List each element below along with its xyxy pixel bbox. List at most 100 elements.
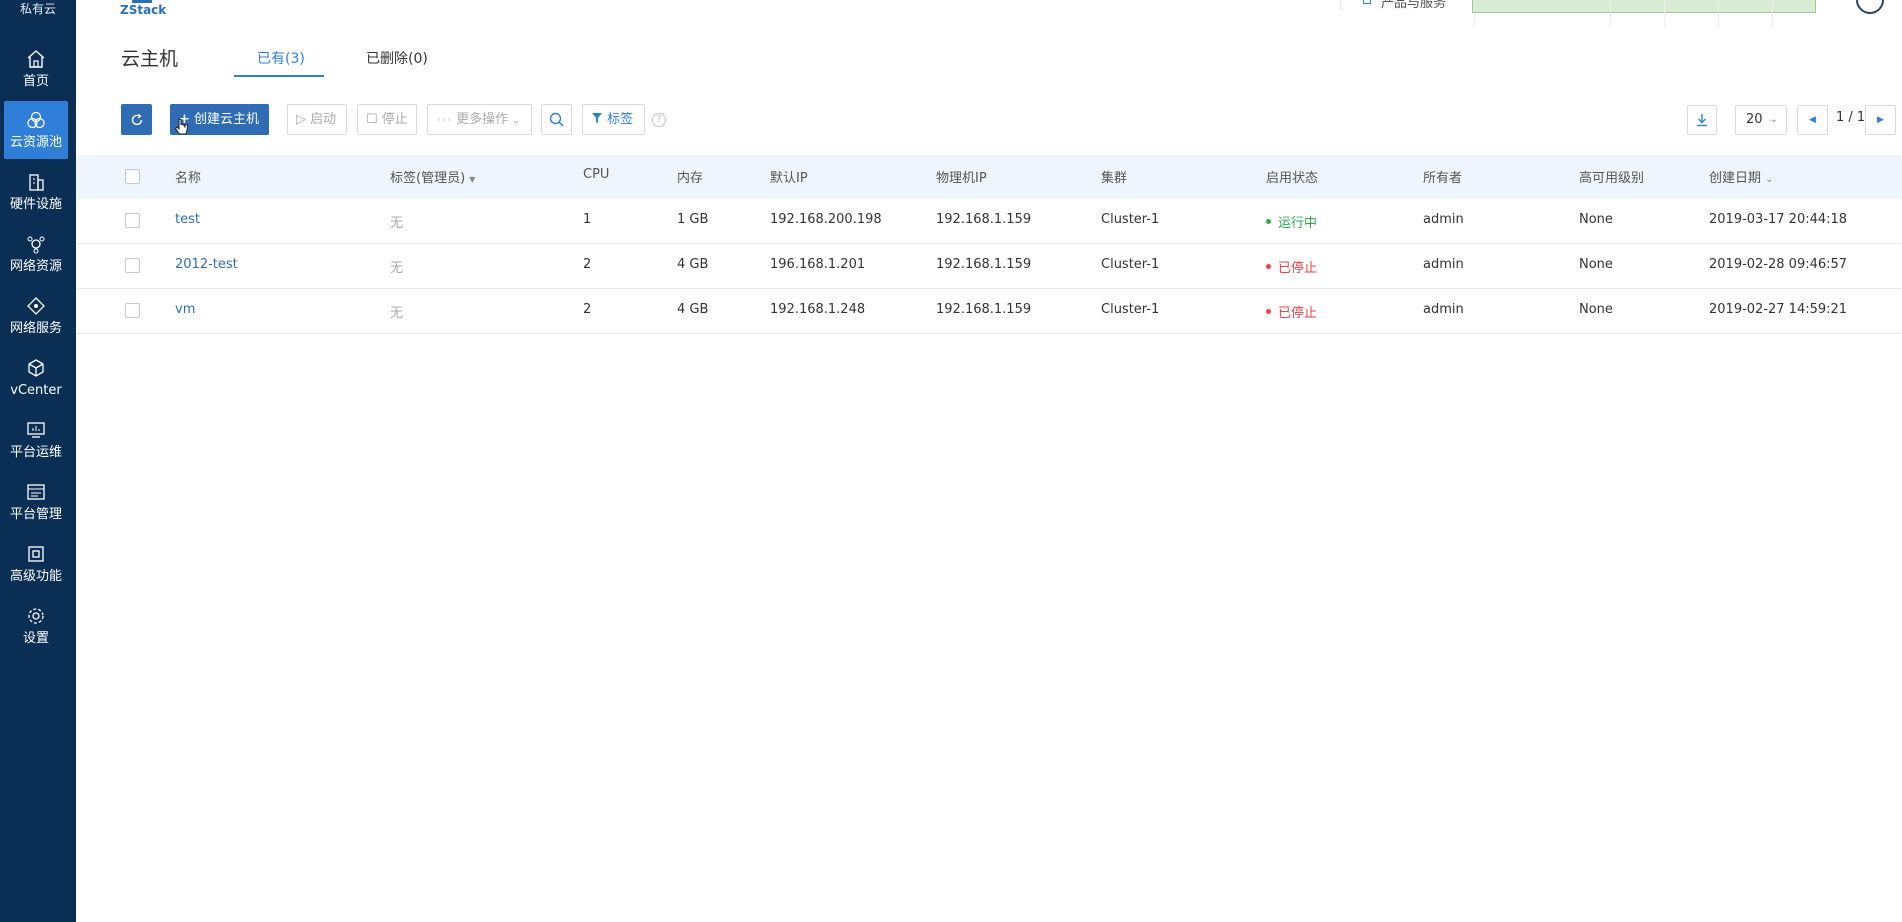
- vm-owner: admin: [1423, 302, 1464, 317]
- tab-deleted[interactable]: 已删除(0): [366, 48, 428, 68]
- vm-status-label: 已停止: [1278, 261, 1318, 276]
- row-checkbox[interactable]: [125, 213, 140, 228]
- vm-host-ip: 192.168.1.159: [936, 257, 1032, 272]
- next-page-button[interactable]: ▶: [1865, 105, 1896, 135]
- search-button[interactable]: [541, 104, 572, 135]
- column-header-default-ip[interactable]: 默认IP: [770, 167, 808, 186]
- cursor-icon: [174, 118, 188, 135]
- sidebar-item-hardware[interactable]: 硬件设施: [4, 163, 68, 221]
- vm-status: 已停止: [1266, 302, 1317, 321]
- network-service-icon: [27, 297, 45, 315]
- sidebar-top-label: 私有云: [19, 2, 56, 16]
- status-dot-icon: [1266, 309, 1271, 314]
- sidebar-item-label: 网络服务: [9, 321, 62, 336]
- stop-button[interactable]: ☐ 停止: [357, 104, 417, 135]
- sidebar-item-label: 硬件设施: [9, 197, 62, 212]
- column-header-status[interactable]: 启用状态: [1266, 167, 1318, 186]
- refresh-icon: [131, 113, 142, 126]
- vm-status: 运行中: [1266, 212, 1317, 231]
- advanced-icon: [28, 546, 44, 562]
- page-size-value: 20: [1746, 112, 1763, 127]
- vm-cluster: Cluster-1: [1101, 257, 1160, 272]
- more-actions-dropdown[interactable]: ◦◦◦ 更多操作 ⌄: [427, 104, 532, 135]
- row-checkbox[interactable]: [125, 258, 140, 273]
- vm-owner: admin: [1423, 257, 1464, 272]
- cube-icon: [28, 359, 44, 377]
- sidebar-item-vcenter[interactable]: vCenter: [4, 349, 68, 407]
- page-size-select[interactable]: 20 ⌄: [1735, 105, 1787, 135]
- create-vm-label: 创建云主机: [194, 112, 260, 127]
- gear-icon: [28, 608, 44, 624]
- select-all-checkbox[interactable]: [125, 169, 140, 184]
- products-services-label: 产品与服务: [1381, 0, 1447, 11]
- column-header-cluster[interactable]: 集群: [1101, 167, 1127, 186]
- divider: [1610, 0, 1611, 28]
- tag-filter-button[interactable]: 标签: [582, 104, 645, 135]
- active-tab-indicator: [234, 75, 324, 77]
- cloud-pool-icon: [27, 111, 45, 129]
- vm-created: 2019-02-28 09:46:57: [1709, 257, 1848, 272]
- vm-cpu: 2: [583, 257, 592, 272]
- sidebar-item-platform-management[interactable]: 平台管理: [4, 473, 68, 531]
- vm-name-link[interactable]: vm: [175, 302, 195, 317]
- column-header-memory[interactable]: 内存: [677, 167, 703, 186]
- start-label: 启动: [310, 112, 337, 127]
- row-checkbox[interactable]: [125, 303, 140, 318]
- sidebar-item-cloud-pool[interactable]: 云资源池: [4, 101, 68, 159]
- sidebar: 私有云 首页 云资源池 硬件设施 网络资源 网络服务 vCenter 平台运维 …: [0, 0, 76, 922]
- stop-icon: ☐: [366, 112, 378, 127]
- download-icon: [1697, 114, 1707, 127]
- chevron-down-icon: ⌄: [512, 116, 520, 126]
- status-dot-icon: [1266, 219, 1271, 224]
- column-header-created-label: 创建日期: [1709, 171, 1762, 186]
- vm-host-ip: 192.168.1.159: [936, 302, 1032, 317]
- refresh-button[interactable]: [121, 104, 152, 135]
- vm-ha-level: None: [1579, 257, 1613, 272]
- play-icon: ▷: [296, 112, 306, 127]
- sidebar-item-label: 首页: [22, 74, 49, 89]
- export-button[interactable]: [1687, 105, 1717, 135]
- tab-existing[interactable]: 已有(3): [257, 48, 305, 68]
- sidebar-item-platform-ops[interactable]: 平台运维: [4, 411, 68, 469]
- sidebar-item-settings[interactable]: 设置: [4, 597, 68, 655]
- grid-icon: [1363, 0, 1371, 4]
- sidebar-item-label: 云资源池: [9, 135, 62, 150]
- column-header-name[interactable]: 名称: [175, 167, 201, 186]
- start-button[interactable]: ▷ 启动: [287, 104, 347, 135]
- user-avatar[interactable]: [1856, 0, 1884, 14]
- sidebar-item-label: 平台管理: [9, 507, 62, 522]
- column-header-ha-level[interactable]: 高可用级别: [1579, 167, 1644, 186]
- vm-created: 2019-02-27 14:59:21: [1709, 302, 1848, 317]
- help-icon[interactable]: ?: [652, 113, 666, 127]
- sidebar-item-advanced[interactable]: 高级功能: [4, 535, 68, 593]
- prev-page-button[interactable]: ◀: [1797, 105, 1828, 135]
- monitor-icon: [27, 422, 45, 438]
- column-header-owner[interactable]: 所有者: [1423, 167, 1462, 186]
- home-icon: [27, 50, 45, 68]
- vm-ha-level: None: [1579, 212, 1613, 227]
- vm-owner: admin: [1423, 212, 1464, 227]
- sidebar-item-label: 高级功能: [9, 569, 62, 584]
- vm-status-label: 已停止: [1278, 306, 1318, 321]
- vm-default-ip: 192.168.200.198: [770, 212, 882, 227]
- column-header-cpu[interactable]: CPU: [583, 167, 609, 182]
- vm-name-link[interactable]: 2012-test: [175, 257, 238, 272]
- row-divider: [76, 243, 1902, 244]
- column-header-tag-label: 标签(管理员): [390, 171, 466, 186]
- caret-right-icon: ▶: [1877, 115, 1884, 125]
- vm-name-link[interactable]: test: [175, 212, 200, 227]
- caret-down-icon: ▼: [469, 175, 476, 184]
- vm-status-label: 运行中: [1278, 216, 1318, 231]
- vm-memory: 4 GB: [677, 257, 709, 272]
- column-header-created[interactable]: 创建日期 ⌄: [1709, 167, 1774, 186]
- sidebar-item-network-services[interactable]: 网络服务: [4, 287, 68, 345]
- chevron-down-icon: ⌄: [1765, 174, 1774, 185]
- sidebar-item-home[interactable]: 首页: [4, 40, 68, 98]
- sidebar-item-network-resources[interactable]: 网络资源: [4, 225, 68, 283]
- column-header-host-ip[interactable]: 物理机IP: [936, 167, 987, 186]
- column-header-tag[interactable]: 标签(管理员) ▼: [390, 167, 475, 186]
- products-services-button[interactable]: 产品与服务: [1340, 0, 1472, 11]
- vm-host-ip: 192.168.1.159: [936, 212, 1032, 227]
- vm-cluster: Cluster-1: [1101, 302, 1160, 317]
- notification-banner: [1472, 0, 1816, 13]
